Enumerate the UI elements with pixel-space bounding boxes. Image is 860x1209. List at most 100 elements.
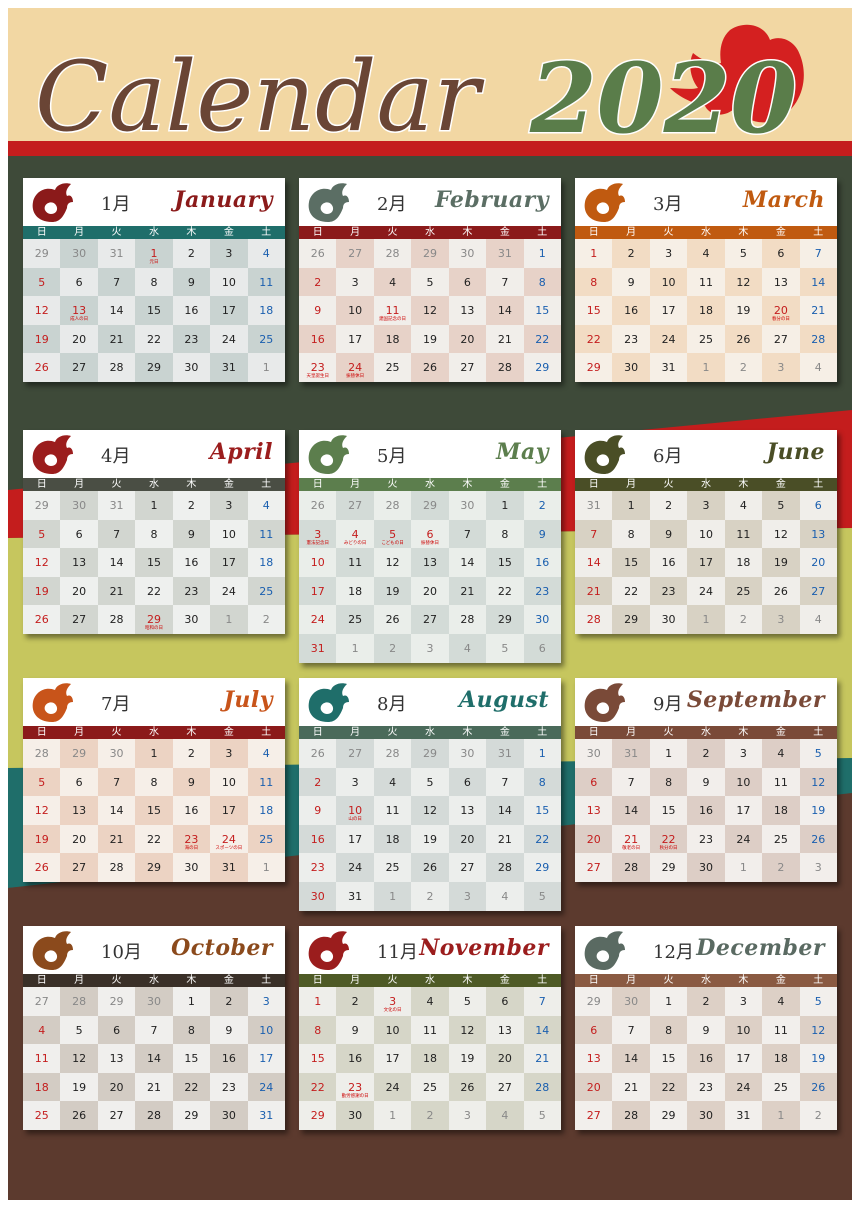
day-number: 5 — [814, 995, 822, 1008]
day-cell: 2 — [336, 987, 374, 1016]
weekday-label: 木 — [186, 479, 197, 490]
day-cell: 3 憲法記念日 — [299, 519, 337, 549]
day-number: 22 — [586, 332, 601, 346]
day-cell: 17 — [210, 296, 248, 325]
month-number: 10月 — [101, 942, 142, 963]
day-cell: 12 — [448, 1015, 487, 1045]
month-card: 4月 April 日月火水木金土 29 30 31 1 2 3 4 5 6 7 8 9 10 11 12 13 14 1… — [23, 430, 285, 634]
day-number: 1 — [777, 1109, 785, 1123]
day-number: 14 — [811, 275, 826, 289]
day-cell: 28 — [23, 739, 61, 768]
weekday-header: 日月火水木金土 — [23, 226, 285, 239]
day-number: 4 — [501, 889, 509, 903]
day-number: 25 — [698, 332, 713, 346]
day-cell: 4 — [448, 633, 487, 663]
day-cell: 12 — [724, 267, 763, 297]
day-number: 20 — [72, 832, 87, 846]
day-cell: 28 — [612, 853, 650, 882]
month-card: 6月 June 日月火水木金土 31 1 2 3 4 5 6 7 8 9 10 11 12 13 14 15 16 17… — [575, 430, 837, 634]
day-cell: 27 — [575, 1101, 613, 1130]
day-cell: 15 — [649, 1044, 688, 1073]
day-number: 15 — [586, 304, 601, 318]
holiday-name: 敬老の日 — [622, 845, 641, 851]
day-number: 4 — [389, 775, 397, 789]
weekday-label: 土 — [537, 727, 548, 738]
day-number: 31 — [497, 247, 512, 260]
day-cell: 12 — [411, 796, 449, 825]
day-number: 8 — [501, 527, 509, 541]
day-cell: 10 — [724, 1015, 763, 1045]
day-number: 3 — [314, 527, 322, 541]
wing-icon — [32, 435, 73, 474]
day-number: 13 — [460, 304, 475, 318]
day-cell: 7 — [135, 1015, 173, 1045]
weekday-label: 日 — [588, 479, 599, 490]
day-cell: 27 — [336, 739, 374, 768]
day-number: 5 — [75, 1023, 83, 1037]
day-cell: 7 — [575, 519, 613, 549]
day-number: 6 — [75, 275, 83, 289]
day-cell: 21 — [612, 1072, 650, 1102]
day-cell: 28 — [448, 605, 487, 634]
day-number: 30 — [109, 747, 124, 760]
day-number: 10 — [221, 775, 236, 789]
day-number: 10 — [221, 527, 236, 541]
day-cell: 17 — [299, 576, 337, 606]
day-cell: 18 — [373, 324, 412, 354]
day-cell: 16 — [687, 1044, 725, 1073]
day-number: 13 — [773, 275, 788, 289]
day-number: 1 — [150, 747, 158, 760]
weekday-label: 金 — [223, 227, 234, 238]
month-name: March — [742, 187, 825, 213]
day-number: 24 — [221, 332, 236, 346]
day-number: 3 — [262, 995, 270, 1008]
day-number: 17 — [310, 584, 325, 598]
day-number: 3 — [225, 247, 233, 260]
day-cell: 27 — [97, 1101, 136, 1130]
day-cell: 20 — [60, 576, 98, 606]
weekday-label: 木 — [462, 479, 473, 490]
day-number: 18 — [259, 556, 274, 570]
day-number: 8 — [150, 527, 158, 541]
day-cell: 26 — [299, 239, 337, 268]
day-cell: 2 — [724, 605, 763, 634]
day-cell: 4 みどりの日 — [336, 519, 374, 549]
day-grid: 29 30 31 1 元日 2 3 4 5 6 7 8 9 10 11 12 13 成人の日 14 15 16 17 18 1… — [23, 239, 285, 382]
day-cell: 31 — [97, 239, 136, 268]
day-cell: 1 — [523, 239, 561, 268]
day-number: 1 — [590, 247, 598, 260]
day-cell: 5 — [523, 881, 561, 911]
day-number: 12 — [811, 1023, 826, 1037]
day-cell: 8 — [523, 767, 561, 797]
month-card: 8月 August 日月火水木金土 26 27 28 29 30 31 1 2 3 4 5 6 7 8 9 10 山の… — [299, 678, 561, 911]
day-cell: 10 — [724, 767, 763, 797]
day-grid: 28 29 30 1 2 3 4 5 6 7 8 9 10 11 12 13 14 15 16 17 18 19 20 21 2… — [23, 739, 285, 882]
weekday-label: 木 — [462, 727, 473, 738]
month-number: 11月 — [377, 942, 418, 963]
day-number: 22 — [661, 832, 676, 846]
day-cell: 17 — [649, 296, 688, 325]
day-number: 30 — [624, 361, 639, 375]
day-cell: 26 — [411, 853, 449, 882]
day-number: 3 — [463, 1109, 471, 1123]
weekday-label: 木 — [462, 227, 473, 238]
day-number: 6 — [814, 499, 822, 512]
day-cell: 7 — [97, 767, 136, 797]
day-cell: 24 — [649, 324, 688, 354]
day-number: 20 — [460, 332, 475, 346]
day-cell: 12 — [373, 548, 412, 577]
day-cell: 30 — [612, 987, 650, 1016]
day-number: 29 — [661, 861, 676, 875]
day-cell: 9 — [210, 1015, 248, 1045]
day-number: 23 — [698, 1080, 713, 1094]
day-number: 20 — [422, 584, 437, 598]
day-number: 25 — [34, 1109, 49, 1123]
day-cell: 23 — [172, 324, 211, 354]
day-cell: 31 — [612, 739, 650, 768]
day-number: 29 — [535, 361, 550, 375]
day-cell: 17 — [724, 796, 763, 825]
day-cell: 20 — [60, 324, 98, 354]
day-cell: 1 — [247, 353, 285, 382]
day-number: 29 — [146, 361, 161, 375]
day-number: 29 — [184, 1109, 199, 1123]
